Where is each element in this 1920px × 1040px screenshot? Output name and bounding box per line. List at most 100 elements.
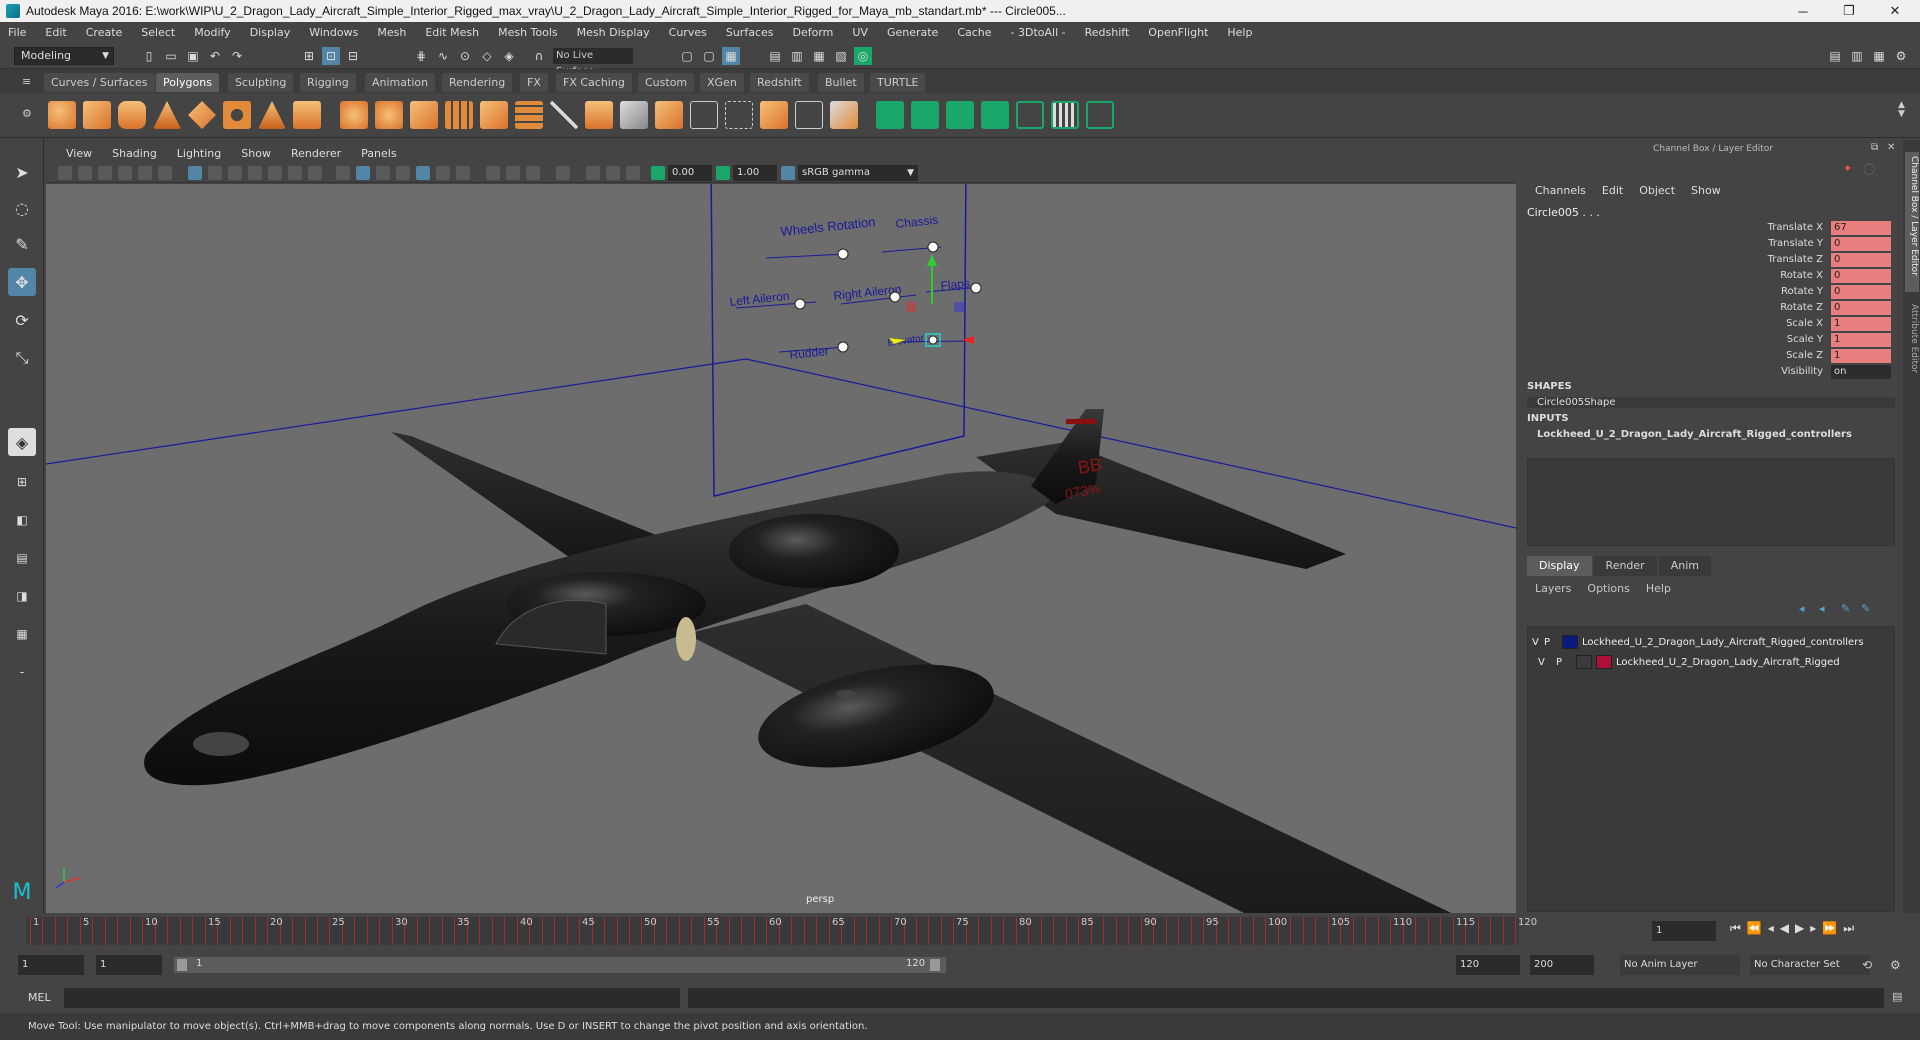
image-plane-icon[interactable] xyxy=(118,166,132,180)
snap-point-icon[interactable]: ⊙ xyxy=(456,47,474,65)
menu-mesh-tools[interactable]: Mesh Tools xyxy=(498,26,558,39)
select-component-icon[interactable]: ⊟ xyxy=(344,47,362,65)
menu-edit-mesh[interactable]: Edit Mesh xyxy=(425,26,479,39)
menu-generate[interactable]: Generate xyxy=(887,26,938,39)
extract-icon[interactable] xyxy=(410,101,438,129)
view-transform-select[interactable]: sRGB gamma ▼ xyxy=(798,165,918,181)
exposure-icon[interactable] xyxy=(651,166,665,180)
checker-icon[interactable] xyxy=(1051,101,1079,129)
snap-curve-icon[interactable]: ∿ xyxy=(434,47,452,65)
right-aileron-handle[interactable] xyxy=(889,291,901,303)
camera-attr-icon[interactable] xyxy=(78,166,92,180)
safe-action-icon[interactable] xyxy=(288,166,302,180)
menu-redshift[interactable]: Redshift xyxy=(1085,26,1130,39)
redo-icon[interactable]: ↷ xyxy=(228,47,246,65)
layer-tab-render[interactable]: Render xyxy=(1593,556,1657,576)
smooth-icon[interactable] xyxy=(445,101,473,129)
cylindrical-map-icon[interactable] xyxy=(911,101,939,129)
rotate-tool-icon[interactable]: ⟳ xyxy=(8,306,36,334)
textured-icon[interactable] xyxy=(396,166,410,180)
layout-icon[interactable]: ▤ xyxy=(1826,47,1844,65)
safe-title-icon[interactable] xyxy=(308,166,322,180)
menu-select[interactable]: Select xyxy=(141,26,175,39)
resolution-gate-icon[interactable] xyxy=(228,166,242,180)
poly-pipe-icon[interactable] xyxy=(293,101,321,129)
poly-plane-icon[interactable] xyxy=(188,101,216,129)
uv-editor-icon[interactable] xyxy=(1016,101,1044,129)
menu-display[interactable]: Display xyxy=(250,26,291,39)
move-x-arrow-icon[interactable] xyxy=(962,336,974,344)
shadows-icon[interactable] xyxy=(436,166,450,180)
more-layouts-icon[interactable]: - xyxy=(8,658,36,686)
attr-rotate-x[interactable]: 0 xyxy=(1831,269,1891,283)
attr-visibility[interactable]: on xyxy=(1831,365,1891,379)
append-icon[interactable] xyxy=(620,101,648,129)
preferences-icon[interactable]: ⚙ xyxy=(1890,958,1901,972)
left-aileron-handle[interactable] xyxy=(794,298,806,310)
lasso-tool-icon[interactable]: ◌ xyxy=(8,194,36,222)
scale-tool-icon[interactable]: ⤡ xyxy=(8,344,36,372)
mel-label[interactable]: MEL xyxy=(28,991,51,1004)
extrude-icon[interactable] xyxy=(585,101,613,129)
shelf-tab-curves-surfaces[interactable]: Curves / Surfaces xyxy=(44,73,155,92)
vp-menu-panels[interactable]: Panels xyxy=(361,147,396,160)
menu-help[interactable]: Help xyxy=(1227,26,1252,39)
move-layer-down-icon[interactable]: ◂ xyxy=(1819,602,1825,615)
render-sequence-icon[interactable]: ▦ xyxy=(810,47,828,65)
layer-tab-anim[interactable]: Anim xyxy=(1658,556,1711,576)
menu-set-select[interactable]: Modeling ▼ xyxy=(14,47,114,65)
gamma-icon[interactable] xyxy=(716,166,730,180)
vp-menu-view[interactable]: View xyxy=(66,147,92,160)
poly-sphere-icon[interactable] xyxy=(48,101,76,129)
ambient-occlusion-icon[interactable] xyxy=(486,166,500,180)
layer-playback[interactable]: P xyxy=(1544,637,1562,648)
anti-aliasing-icon[interactable] xyxy=(526,166,540,180)
shelf-tab-animation[interactable]: Animation xyxy=(365,73,436,92)
bookmark-icon[interactable] xyxy=(98,166,112,180)
side-tab-channel-box[interactable]: Channel Box / Layer Editor xyxy=(1905,152,1919,292)
vp-menu-shading[interactable]: Shading xyxy=(112,147,157,160)
toggle-sidebar-icon[interactable]: ▦ xyxy=(1870,47,1888,65)
step-back-key-icon[interactable]: ⏪ xyxy=(1747,921,1768,935)
poly-cone-icon[interactable] xyxy=(153,101,181,129)
playback-start-field[interactable]: 1 xyxy=(96,955,162,975)
anim-layer-select[interactable]: No Anim Layer xyxy=(1620,955,1740,975)
flaps-handle[interactable] xyxy=(970,282,982,294)
merge-icon[interactable] xyxy=(795,101,823,129)
layer-color-swatch[interactable] xyxy=(1562,635,1578,649)
auto-key-icon[interactable]: ⟲ xyxy=(1862,958,1872,972)
poly-pyramid-icon[interactable] xyxy=(258,101,286,129)
fill-hole-icon[interactable] xyxy=(760,101,788,129)
attr-translate-x[interactable]: 67 xyxy=(1831,221,1891,235)
shelf-tab-rendering[interactable]: Rendering xyxy=(442,73,513,92)
rudder-handle[interactable] xyxy=(837,341,849,353)
range-start-handle[interactable] xyxy=(177,959,187,971)
selected-object-name[interactable]: Circle005 . . . xyxy=(1527,206,1600,219)
new-layer-icon[interactable]: ✎ xyxy=(1841,602,1850,615)
shelf-tab-xgen[interactable]: XGen xyxy=(700,73,744,92)
cb-menu-channels[interactable]: Channels xyxy=(1535,184,1586,197)
layer-tab-display[interactable]: Display xyxy=(1527,556,1592,576)
combine-icon[interactable] xyxy=(340,101,368,129)
multi-cut-icon[interactable] xyxy=(550,101,578,129)
mel-input[interactable] xyxy=(64,988,680,1008)
new-layer-selected-icon[interactable]: ✎ xyxy=(1861,602,1870,615)
save-scene-icon[interactable]: ▣ xyxy=(184,47,202,65)
xray-joints-icon[interactable] xyxy=(586,166,600,180)
offset-edgeloop-icon[interactable] xyxy=(690,101,718,129)
render-region-icon[interactable]: ▧ xyxy=(832,47,850,65)
spherical-map-icon[interactable] xyxy=(946,101,974,129)
poly-cube-icon[interactable] xyxy=(83,101,111,129)
move-yz-plane-icon[interactable] xyxy=(954,302,964,312)
gamma-field[interactable]: 1.00 xyxy=(733,165,777,181)
menu-mesh-display[interactable]: Mesh Display xyxy=(577,26,650,39)
shelf-tab-rigging[interactable]: Rigging xyxy=(300,73,356,92)
menu-3dtoall[interactable]: - 3DtoAll - xyxy=(1011,26,1066,39)
attr-scale-y[interactable]: 1 xyxy=(1831,333,1891,347)
attr-rotate-y[interactable]: 0 xyxy=(1831,285,1891,299)
move-tool-icon[interactable]: ✥ xyxy=(8,268,36,296)
shelf-tab-redshift[interactable]: Redshift xyxy=(750,73,809,92)
menu-mesh[interactable]: Mesh xyxy=(377,26,406,39)
menu-surfaces[interactable]: Surfaces xyxy=(726,26,774,39)
layer-menu-options[interactable]: Options xyxy=(1587,582,1629,595)
